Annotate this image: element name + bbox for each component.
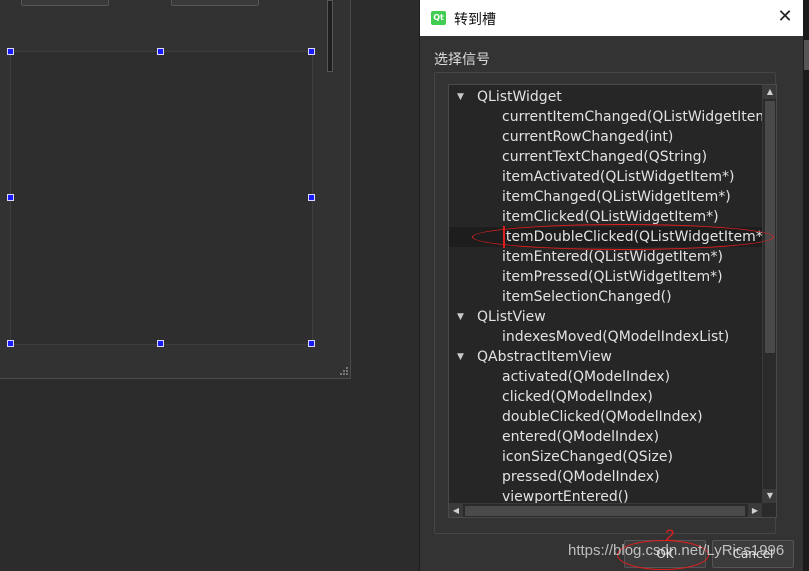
selection-handle[interactable] bbox=[157, 48, 164, 55]
tree-item-label: currentItemChanged(QListWidgetItem*,QLis… bbox=[502, 109, 762, 125]
tree-signal-item[interactable]: pressed(QModelIndex) bbox=[449, 467, 762, 487]
watermark: https://blog.csdn.net/LyRics1996 bbox=[568, 542, 785, 559]
tree-signal-item[interactable]: iconSizeChanged(QSize) bbox=[449, 447, 762, 467]
annotation-marker bbox=[503, 226, 505, 248]
tree-item-label: currentRowChanged(int) bbox=[502, 129, 674, 145]
tree-signal-item[interactable]: itemChanged(QListWidgetItem*) bbox=[449, 187, 762, 207]
vertical-scrollbar[interactable]: ▲ ▼ bbox=[762, 85, 776, 503]
selection-handle[interactable] bbox=[7, 194, 14, 201]
tree-item-label: indexesMoved(QModelIndexList) bbox=[502, 329, 730, 345]
tree-item-label: currentTextChanged(QString) bbox=[502, 149, 708, 165]
list-widget[interactable] bbox=[10, 51, 313, 345]
resize-grip-icon[interactable] bbox=[337, 366, 349, 378]
tree-item-label: itemSelectionChanged() bbox=[502, 289, 672, 305]
form-preview bbox=[0, 0, 351, 379]
edge-scrollbar[interactable] bbox=[804, 40, 809, 70]
vertical-scroll-thumb[interactable] bbox=[765, 101, 775, 353]
tree-item-label: itemPressed(QListWidgetItem*) bbox=[502, 269, 723, 285]
tree-group-item[interactable]: ▼ QAbstractItemView bbox=[449, 347, 762, 367]
tree-item-label: pressed(QModelIndex) bbox=[502, 469, 660, 485]
tree-signal-item[interactable]: activated(QModelIndex) bbox=[449, 367, 762, 387]
designer-canvas bbox=[0, 0, 419, 571]
tree-item-label: itemEntered(QListWidgetItem*) bbox=[502, 249, 723, 265]
tree-item-label: QListView bbox=[477, 309, 546, 325]
qt-logo-icon: Qt bbox=[431, 11, 446, 25]
horizontal-scroll-thumb[interactable] bbox=[465, 506, 745, 516]
tree-signal-item[interactable]: currentItemChanged(QListWidgetItem*,QLis… bbox=[449, 107, 762, 127]
tree-item-label: QAbstractItemView bbox=[477, 349, 612, 365]
tree-item-label: iconSizeChanged(QSize) bbox=[502, 449, 673, 465]
horizontal-scrollbar[interactable]: ◀ ▶ bbox=[449, 503, 762, 517]
dialog-titlebar: Qt 转到槽 ✕ bbox=[420, 0, 804, 36]
signal-tree[interactable]: ▼ QListWidget currentItemChanged(QListWidg… bbox=[448, 84, 777, 518]
tree-signal-item[interactable]: clicked(QModelIndex) bbox=[449, 387, 762, 407]
form-push-button-1[interactable] bbox=[21, 0, 109, 6]
tree-signal-item[interactable]: doubleClicked(QModelIndex) bbox=[449, 407, 762, 427]
tree-signal-item[interactable]: itemEntered(QListWidgetItem*) bbox=[449, 247, 762, 267]
selection-handle[interactable] bbox=[7, 340, 14, 347]
go-to-slot-dialog: Qt 转到槽 ✕ 选择信号 ▼ QListWidget currentItemCha… bbox=[419, 0, 804, 571]
close-icon[interactable]: ✕ bbox=[774, 6, 796, 28]
form-push-button-2[interactable] bbox=[171, 0, 259, 6]
tree-item-label: clicked(QModelIndex) bbox=[502, 389, 653, 405]
tree-item-label: itemActivated(QListWidgetItem*) bbox=[502, 169, 735, 185]
selection-handle[interactable] bbox=[308, 340, 315, 347]
tree-item-label: itemChanged(QListWidgetItem*) bbox=[502, 189, 731, 205]
tree-item-label: QListWidget bbox=[477, 89, 562, 105]
tree-item-label: viewportEntered() bbox=[502, 489, 629, 503]
tree-signal-item[interactable]: itemSelectionChanged() bbox=[449, 287, 762, 307]
selection-handle[interactable] bbox=[308, 194, 315, 201]
selection-handle[interactable] bbox=[7, 48, 14, 55]
selection-handle[interactable] bbox=[308, 48, 315, 55]
tree-group-item[interactable]: ▼ QListWidget bbox=[449, 87, 762, 107]
scroll-right-icon[interactable]: ▶ bbox=[748, 504, 762, 517]
tree-signal-item[interactable]: currentTextChanged(QString) bbox=[449, 147, 762, 167]
annotation-ellipse-signal bbox=[472, 224, 774, 250]
expand-arrow-icon[interactable]: ▼ bbox=[457, 87, 467, 107]
form-scrollbar[interactable] bbox=[327, 0, 333, 72]
tree-signal-item[interactable]: viewportEntered() bbox=[449, 487, 762, 503]
dialog-title: 转到槽 bbox=[454, 12, 496, 28]
selection-handle[interactable] bbox=[157, 340, 164, 347]
expand-arrow-icon[interactable]: ▼ bbox=[457, 347, 467, 367]
tree-item-label: entered(QModelIndex) bbox=[502, 429, 660, 445]
tree-signal-item[interactable]: itemPressed(QListWidgetItem*) bbox=[449, 267, 762, 287]
scroll-down-icon[interactable]: ▼ bbox=[763, 489, 776, 503]
scrollbar-corner bbox=[762, 503, 776, 517]
tree-group-item[interactable]: ▼ QListView bbox=[449, 307, 762, 327]
window-edge bbox=[803, 0, 809, 571]
tree-signal-item[interactable]: itemActivated(QListWidgetItem*) bbox=[449, 167, 762, 187]
tree-item-label: activated(QModelIndex) bbox=[502, 369, 671, 385]
select-signal-label: 选择信号 bbox=[434, 52, 490, 68]
tree-signal-item[interactable]: currentRowChanged(int) bbox=[449, 127, 762, 147]
scroll-up-icon[interactable]: ▲ bbox=[763, 85, 776, 99]
signal-tree-viewport[interactable]: ▼ QListWidget currentItemChanged(QListWidg… bbox=[449, 85, 762, 503]
expand-arrow-icon[interactable]: ▼ bbox=[457, 307, 467, 327]
tree-signal-item[interactable]: entered(QModelIndex) bbox=[449, 427, 762, 447]
tree-signal-item[interactable]: indexesMoved(QModelIndexList) bbox=[449, 327, 762, 347]
scroll-left-icon[interactable]: ◀ bbox=[449, 504, 463, 517]
tree-item-label: doubleClicked(QModelIndex) bbox=[502, 409, 703, 425]
